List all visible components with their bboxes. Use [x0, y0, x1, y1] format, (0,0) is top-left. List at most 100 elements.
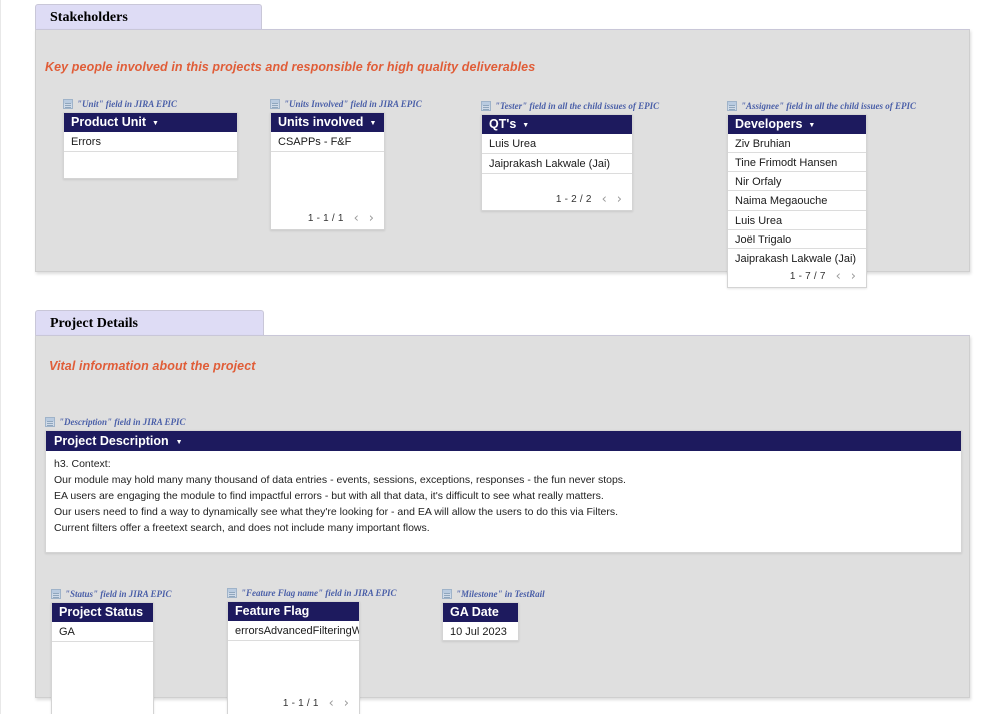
table-row[interactable]: Nir Orfaly	[728, 172, 866, 192]
field-block-developers: "Assignee" field in all the child issues…	[727, 100, 916, 288]
card-header-label: Units involved	[278, 115, 364, 129]
pager-prev-icon[interactable]: ‹	[602, 193, 607, 206]
grid-icon	[51, 589, 61, 599]
section-stakeholders: Stakeholders Key people involved in this…	[35, 4, 970, 288]
card-empty-space	[52, 642, 153, 714]
card-body-units-involved: CSAPPs - F&F 1 - 1 / 1 ‹ ›	[271, 132, 384, 229]
field-label-description: "Description" field in JIRA EPIC	[45, 416, 962, 428]
pager-next-icon[interactable]: ›	[369, 212, 374, 225]
chevron-down-icon[interactable]: ▼	[176, 439, 183, 446]
card-pager-qts: 1 - 2 / 2 ‹ ›	[482, 191, 632, 210]
field-block-product-unit: "Unit" field in JIRA EPIC Product Unit ▼…	[63, 98, 238, 179]
field-label-assignee: "Assignee" field in all the child issues…	[727, 100, 916, 112]
pager-count: 1 - 1 / 1	[307, 212, 344, 224]
pager-prev-icon[interactable]: ‹	[329, 697, 334, 710]
table-row[interactable]: Joël Trigalo	[728, 230, 866, 249]
field-block-project-status: "Status" field in JIRA EPIC Project Stat…	[51, 588, 172, 714]
card-header-label: GA Date	[450, 605, 499, 619]
card-body-developers: Ziv Bruhian Tine Frimodt Hansen Nir Orfa…	[728, 134, 866, 287]
card-header-ga-date[interactable]: GA Date	[443, 603, 518, 622]
field-label-unit: "Unit" field in JIRA EPIC	[63, 98, 238, 110]
card-project-description: Project Description ▼ h3. Context: Our m…	[45, 430, 962, 553]
card-pager-developers: 1 - 7 / 7 ‹ ›	[728, 268, 866, 287]
card-body-feature-flag: errorsAdvancedFilteringWeb 1 - 1 / 1 ‹ ›	[228, 621, 359, 714]
grid-icon	[442, 589, 452, 599]
pager-count: 1 - 2 / 2	[555, 193, 592, 205]
grid-icon	[270, 99, 280, 109]
card-empty-space	[271, 152, 384, 210]
section-panel-project-details: Vital information about the project "Des…	[35, 335, 970, 714]
chevron-down-icon[interactable]: ▼	[369, 120, 376, 127]
table-row[interactable]: Tine Frimodt Hansen	[728, 153, 866, 173]
card-body-qts: Luis Urea Jaiprakash Lakwale (Jai) 1 - 2…	[482, 134, 632, 210]
pager-next-icon[interactable]: ›	[851, 270, 856, 283]
table-row[interactable]: Jaiprakash Lakwale (Jai)	[728, 249, 866, 268]
table-row[interactable]: 10 Jul 2023	[443, 622, 518, 640]
card-empty-space	[482, 174, 632, 191]
table-row[interactable]: Ziv Bruhian	[728, 134, 866, 154]
field-label-text: "Assignee" field in all the child issues…	[741, 101, 917, 111]
card-body-product-unit: Errors	[64, 132, 237, 178]
card-body-project-status: GA	[52, 622, 153, 714]
field-block-project-description: "Description" field in JIRA EPIC Project…	[45, 416, 962, 553]
card-header-qts[interactable]: QT's ▼	[482, 115, 632, 134]
chevron-down-icon[interactable]: ▼	[522, 122, 529, 129]
card-developers: Developers ▼ Ziv Bruhian Tine Frimodt Ha…	[727, 114, 867, 288]
card-pager-feature-flag: 1 - 1 / 1 ‹ ›	[228, 695, 359, 714]
description-line: h3. Context:	[54, 458, 111, 470]
card-body-project-description: h3. Context: Our module may hold many ma…	[46, 451, 961, 552]
card-empty-space	[64, 152, 237, 178]
table-row[interactable]: CSAPPs - F&F	[271, 132, 384, 152]
card-header-project-description[interactable]: Project Description ▼	[46, 431, 961, 451]
card-header-label: QT's	[489, 117, 517, 131]
page-left-edge-rule	[0, 0, 1, 714]
section-project-details: Project Details Vital information about …	[35, 310, 970, 714]
field-block-feature-flag: "Feature Flag name" field in JIRA EPIC F…	[227, 587, 397, 714]
card-feature-flag: Feature Flag errorsAdvancedFilteringWeb …	[227, 601, 360, 714]
card-header-developers[interactable]: Developers ▼	[728, 115, 866, 134]
table-row[interactable]: Naima Megaouche	[728, 191, 866, 211]
card-pager-units-involved: 1 - 1 / 1 ‹ ›	[271, 210, 384, 229]
grid-icon	[63, 99, 73, 109]
grid-icon	[227, 588, 237, 598]
chevron-down-icon[interactable]: ▼	[152, 120, 159, 127]
pager-next-icon[interactable]: ›	[344, 697, 349, 710]
pager-prev-icon[interactable]: ‹	[836, 270, 841, 283]
card-header-label: Developers	[735, 117, 803, 131]
table-row[interactable]: Luis Urea	[482, 134, 632, 154]
field-label-text: "Status" field in JIRA EPIC	[65, 589, 172, 599]
section-panel-stakeholders: Key people involved in this projects and…	[35, 29, 970, 288]
card-header-feature-flag[interactable]: Feature Flag	[228, 602, 359, 621]
grid-icon	[481, 101, 491, 111]
table-row[interactable]: Errors	[64, 132, 237, 152]
table-row[interactable]: errorsAdvancedFilteringWeb	[228, 621, 359, 641]
field-label-text: "Description" field in JIRA EPIC	[59, 417, 186, 427]
section-subtitle-stakeholders: Key people involved in this projects and…	[45, 60, 536, 74]
field-label-units-involved: "Units Involved" field in JIRA EPIC	[270, 98, 422, 110]
field-label-text: "Feature Flag name" field in JIRA EPIC	[241, 588, 397, 598]
card-project-status: Project Status GA	[51, 602, 154, 714]
card-qts: QT's ▼ Luis Urea Jaiprakash Lakwale (Jai…	[481, 114, 633, 211]
card-header-label: Feature Flag	[235, 604, 310, 618]
table-row[interactable]: GA	[52, 622, 153, 642]
section-tab-project-details[interactable]: Project Details	[35, 310, 264, 336]
card-header-label: Project Description	[54, 434, 169, 448]
card-units-involved: Units involved ▼ CSAPPs - F&F 1 - 1 / 1 …	[270, 112, 385, 230]
table-row[interactable]: Jaiprakash Lakwale (Jai)	[482, 154, 632, 174]
card-ga-date: GA Date 10 Jul 2023	[442, 602, 519, 641]
field-label-text: "Milestone" in TestRail	[456, 589, 545, 599]
table-row[interactable]: Luis Urea	[728, 211, 866, 230]
card-header-product-unit[interactable]: Product Unit ▼	[64, 113, 237, 132]
description-line: Our users need to find a way to dynamica…	[54, 506, 619, 518]
description-line: Current filters offer a freetext search,…	[54, 522, 430, 534]
section-tab-stakeholders[interactable]: Stakeholders	[35, 4, 262, 30]
field-label-milestone: "Milestone" in TestRail	[442, 588, 545, 600]
pager-next-icon[interactable]: ›	[617, 193, 622, 206]
field-label-text: "Unit" field in JIRA EPIC	[77, 99, 178, 109]
card-product-unit: Product Unit ▼ Errors	[63, 112, 238, 179]
card-header-project-status[interactable]: Project Status	[52, 603, 153, 622]
pager-prev-icon[interactable]: ‹	[354, 212, 359, 225]
card-header-units-involved[interactable]: Units involved ▼	[271, 113, 384, 132]
chevron-down-icon[interactable]: ▼	[808, 122, 815, 129]
field-label-tester: "Tester" field in all the child issues o…	[481, 100, 659, 112]
